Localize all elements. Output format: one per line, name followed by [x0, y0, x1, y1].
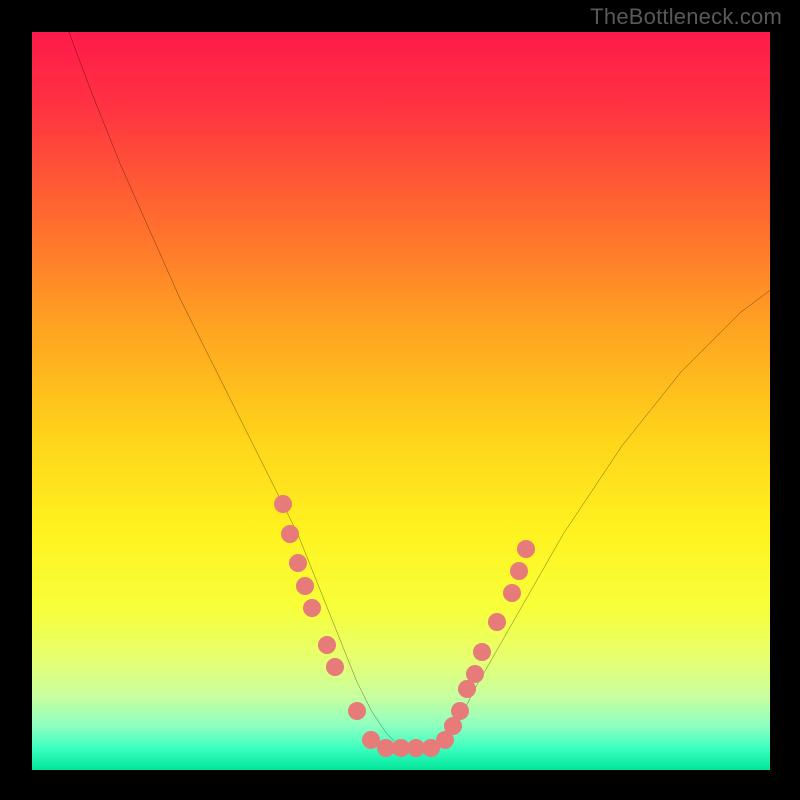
dot-right [466, 665, 484, 683]
bottleneck-curve [69, 32, 770, 748]
dot-left [326, 658, 344, 676]
dot-left [296, 577, 314, 595]
dot-left [274, 495, 292, 513]
dot-right [451, 702, 469, 720]
dot-right [488, 613, 506, 631]
dot-right [517, 540, 535, 558]
dot-left [281, 525, 299, 543]
dot-left [303, 599, 321, 617]
curve-layer [32, 32, 770, 770]
dot-left [318, 636, 336, 654]
dot-right [510, 562, 528, 580]
dot-left [348, 702, 366, 720]
dot-right [503, 584, 521, 602]
dot-right [473, 643, 491, 661]
dot-left [289, 554, 307, 572]
chart-frame: TheBottleneck.com [0, 0, 800, 800]
watermark-text: TheBottleneck.com [590, 4, 782, 30]
plot-area [32, 32, 770, 770]
